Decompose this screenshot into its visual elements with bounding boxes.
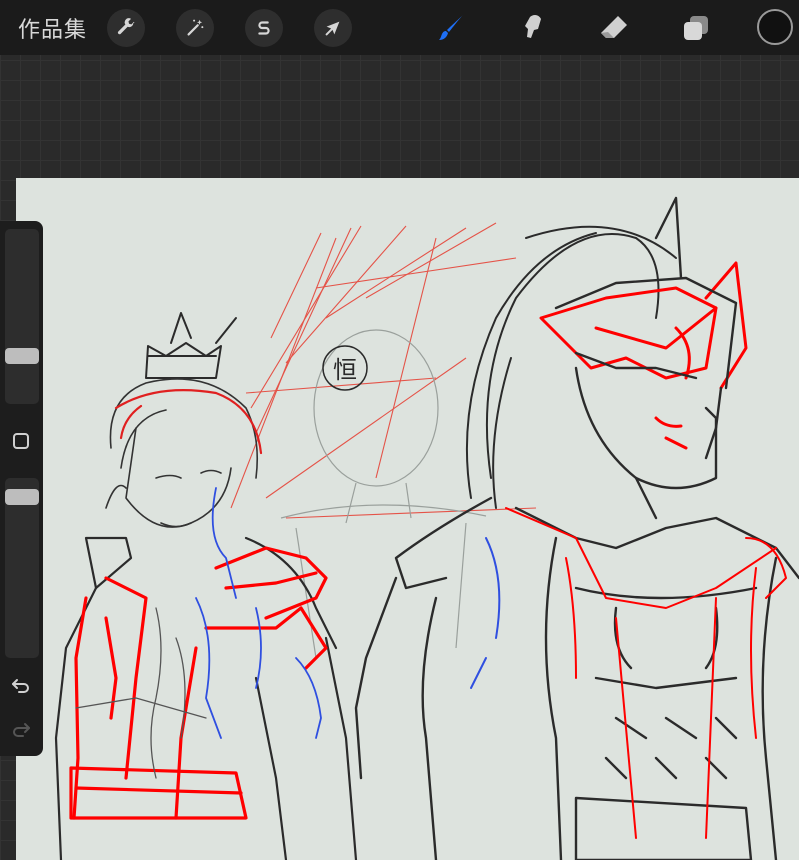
wrench-icon bbox=[117, 18, 135, 35]
sketch-artwork: 恒 bbox=[54, 196, 799, 860]
redo-icon[interactable] bbox=[10, 718, 32, 740]
opacity-thumb[interactable] bbox=[5, 489, 39, 506]
adjustments-button[interactable] bbox=[176, 9, 214, 47]
brush-icon bbox=[439, 15, 463, 40]
side-toolbar bbox=[0, 221, 43, 756]
actions-button[interactable] bbox=[107, 9, 145, 47]
left-figure-sketch bbox=[54, 312, 358, 860]
undo-icon[interactable] bbox=[10, 674, 32, 696]
smudge-tool[interactable] bbox=[512, 8, 552, 48]
brush-size-slider[interactable] bbox=[5, 229, 39, 404]
eraser-tool[interactable] bbox=[594, 8, 634, 48]
gallery-button[interactable]: 作品集 bbox=[18, 12, 87, 44]
drawing-canvas[interactable]: 恒 bbox=[16, 178, 799, 860]
transform-button[interactable] bbox=[314, 9, 352, 47]
eraser-icon bbox=[601, 16, 627, 38]
procreate-app: 作品集 恒 bbox=[0, 0, 799, 860]
selection-button[interactable] bbox=[245, 9, 283, 47]
magic-wand-icon bbox=[187, 19, 204, 36]
top-toolbar: 作品集 bbox=[0, 0, 799, 55]
svg-text:恒: 恒 bbox=[333, 356, 357, 384]
brush-size-thumb[interactable] bbox=[5, 348, 39, 365]
seal-stamp: 恒 bbox=[322, 345, 368, 391]
modify-button[interactable] bbox=[13, 433, 29, 449]
right-figure-sketch bbox=[354, 196, 799, 860]
layers-icon bbox=[684, 16, 708, 40]
transform-arrow-icon bbox=[325, 21, 340, 36]
brush-tool[interactable] bbox=[431, 8, 471, 48]
selection-s-icon bbox=[258, 21, 270, 35]
layers-button[interactable] bbox=[676, 8, 716, 48]
color-picker-button[interactable] bbox=[757, 9, 793, 45]
smudge-icon bbox=[525, 15, 541, 38]
